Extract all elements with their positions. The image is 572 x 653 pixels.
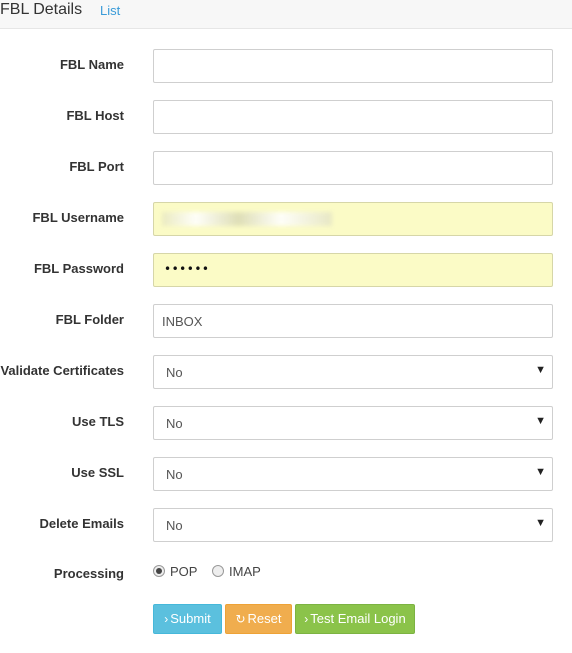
submit-button[interactable]: › Submit	[153, 604, 222, 634]
fbl-port-label: FBL Port	[69, 159, 124, 174]
validate-certificates-select[interactable]: No ▼	[153, 355, 553, 389]
fbl-name-row: FBL Name	[0, 49, 572, 83]
delete-emails-label: Delete Emails	[39, 516, 124, 531]
fbl-port-row: FBL Port	[0, 151, 572, 185]
test-email-login-label: Test Email Login	[310, 611, 406, 626]
fbl-password-input[interactable]: ••••••	[153, 253, 553, 287]
radio-unchecked-icon	[212, 565, 224, 577]
processing-label: Processing	[53, 566, 124, 581]
fbl-name-input[interactable]	[153, 49, 553, 83]
radio-imap[interactable]: IMAP	[212, 564, 261, 579]
radio-pop[interactable]: POP	[153, 564, 197, 579]
radio-imap-label: IMAP	[229, 564, 261, 579]
reset-button-label: Reset	[247, 611, 282, 626]
validate-certificates-label: Validate Certificates	[0, 363, 124, 378]
fbl-host-input[interactable]	[153, 100, 553, 134]
fbl-name-label: FBL Name	[59, 57, 124, 72]
page-title: FBL Details	[0, 1, 83, 18]
caret-down-icon: ▼	[535, 415, 546, 427]
fbl-folder-input[interactable]	[153, 304, 553, 338]
fbl-username-row: FBL Username	[0, 202, 572, 236]
fbl-host-label: FBL Host	[66, 108, 124, 123]
use-tls-row: Use TLS No ▼	[0, 406, 572, 440]
page-header: FBL Details List	[0, 0, 572, 29]
fbl-password-row: FBL Password ••••••	[0, 253, 572, 287]
fbl-password-label: FBL Password	[33, 261, 124, 276]
delete-emails-value: No	[166, 518, 183, 533]
radio-pop-label: POP	[170, 564, 198, 579]
use-tls-label: Use TLS	[71, 414, 124, 429]
fbl-username-label: FBL Username	[32, 210, 124, 225]
validate-certificates-value: No	[166, 365, 183, 380]
delete-emails-select[interactable]: No ▼	[153, 508, 553, 542]
actions-row: › Submit ↻ Reset › Test Email Login	[0, 604, 572, 638]
list-link[interactable]: List	[100, 3, 120, 18]
caret-down-icon: ▼	[535, 364, 546, 376]
fbl-username-input[interactable]	[153, 202, 553, 236]
redacted-username	[162, 212, 332, 226]
use-ssl-label: Use SSL	[71, 465, 124, 480]
fbl-folder-row: FBL Folder	[0, 304, 572, 338]
caret-down-icon: ▼	[535, 466, 546, 478]
use-ssl-value: No	[166, 467, 183, 482]
delete-emails-row: Delete Emails No ▼	[0, 508, 572, 542]
chevron-right-icon: ›	[304, 612, 309, 626]
use-tls-select[interactable]: No ▼	[153, 406, 553, 440]
validate-certificates-row: Validate Certificates No ▼	[0, 355, 572, 389]
use-ssl-select[interactable]: No ▼	[153, 457, 553, 491]
use-tls-value: No	[166, 416, 183, 431]
fbl-port-input[interactable]	[153, 151, 553, 185]
fbl-host-row: FBL Host	[0, 100, 572, 134]
radio-checked-icon	[153, 565, 165, 577]
chevron-right-icon: ›	[164, 612, 169, 626]
reset-button[interactable]: ↻ Reset	[225, 604, 292, 634]
use-ssl-row: Use SSL No ▼	[0, 457, 572, 491]
caret-down-icon: ▼	[535, 517, 546, 529]
submit-button-label: Submit	[170, 611, 211, 626]
fbl-folder-label: FBL Folder	[55, 312, 124, 327]
refresh-icon: ↻	[235, 612, 246, 626]
processing-row: Processing POP IMAP	[0, 558, 572, 592]
test-email-login-button[interactable]: › Test Email Login	[295, 604, 415, 634]
password-mask: ••••••	[164, 262, 210, 276]
